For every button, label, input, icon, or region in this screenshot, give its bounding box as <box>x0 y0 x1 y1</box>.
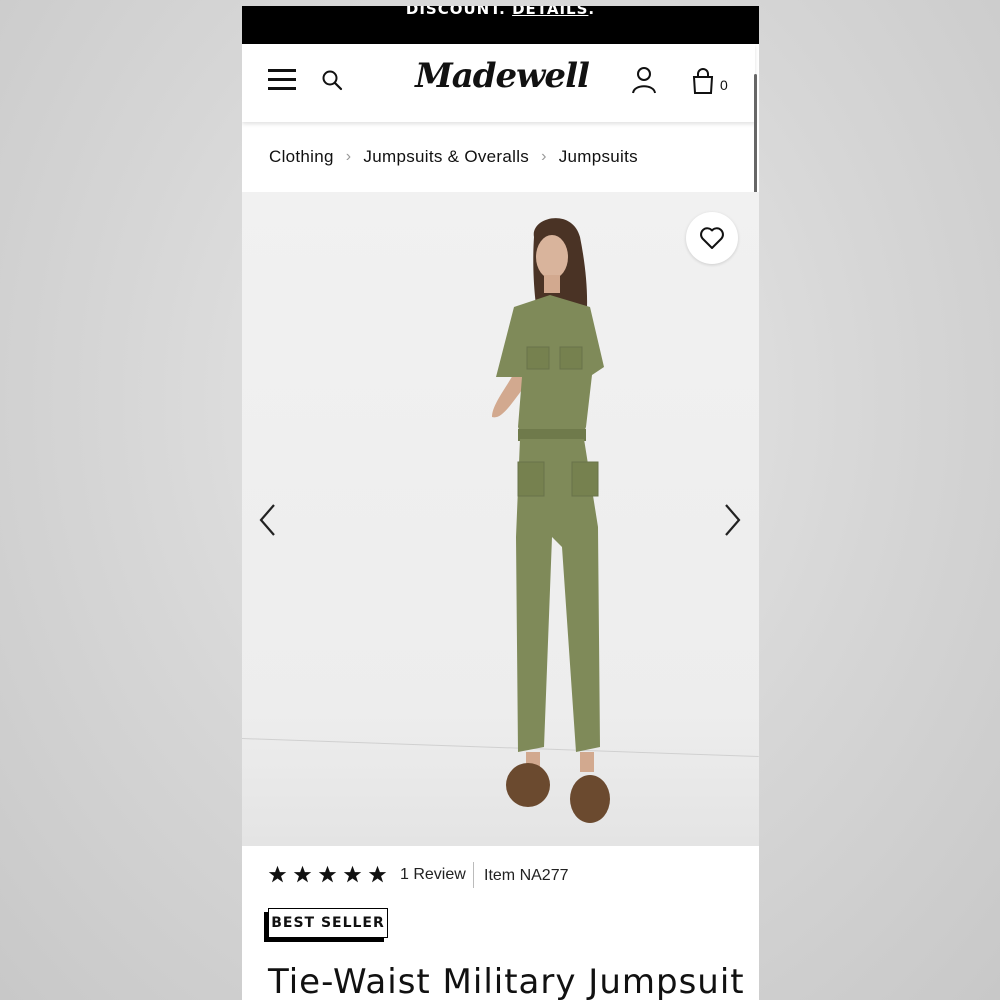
product-image <box>492 218 610 823</box>
site-header: Madewell 0 <box>242 44 755 122</box>
scrollbar[interactable] <box>754 74 757 194</box>
product-image-carousel[interactable] <box>242 192 759 846</box>
mobile-page: DISCOUNT. DETAILS. Madewell 0 Clothing ›… <box>242 6 759 1000</box>
brand-logo[interactable]: Madewell <box>392 56 612 106</box>
badge-label: BEST SELLER <box>268 908 388 938</box>
chevron-left-icon[interactable] <box>256 502 280 538</box>
breadcrumb: Clothing › Jumpsuits & Overalls › Jumpsu… <box>269 146 638 168</box>
chevron-right-icon: › <box>345 148 352 165</box>
search-icon[interactable] <box>320 68 344 92</box>
star-icon <box>268 865 287 883</box>
bag-icon[interactable] <box>692 68 714 94</box>
chevron-right-icon[interactable] <box>720 502 744 538</box>
breadcrumb-item-jumpsuits-overalls[interactable]: Jumpsuits & Overalls <box>363 147 529 167</box>
bag-count: 0 <box>720 77 728 93</box>
account-icon[interactable] <box>631 66 657 94</box>
item-number: Item NA277 <box>484 867 569 884</box>
chevron-right-icon: › <box>541 148 547 165</box>
breadcrumb-item-jumpsuits[interactable]: Jumpsuits <box>559 147 638 167</box>
wishlist-button[interactable] <box>686 212 738 264</box>
review-count-link[interactable]: 1 Review <box>400 866 466 884</box>
product-info: 1 Review Item NA277 BEST SELLER Tie-Wais… <box>242 846 759 1000</box>
rating-stars[interactable] <box>268 865 387 884</box>
menu-icon[interactable] <box>268 68 296 92</box>
heart-icon <box>700 227 724 249</box>
promo-banner: DISCOUNT. DETAILS. <box>242 6 759 44</box>
star-icon <box>368 865 387 883</box>
star-icon <box>343 865 362 883</box>
star-icon <box>293 865 312 883</box>
star-icon <box>318 865 337 883</box>
promo-details-link[interactable]: DETAILS <box>512 6 588 18</box>
best-seller-badge: BEST SELLER <box>264 908 390 942</box>
promo-trailing: . <box>588 6 596 18</box>
product-title: Tie-Waist Military Jumpsuit <box>268 962 745 1000</box>
divider <box>473 862 474 888</box>
breadcrumb-item-clothing[interactable]: Clothing <box>269 147 334 167</box>
promo-text: DISCOUNT. <box>405 6 506 18</box>
